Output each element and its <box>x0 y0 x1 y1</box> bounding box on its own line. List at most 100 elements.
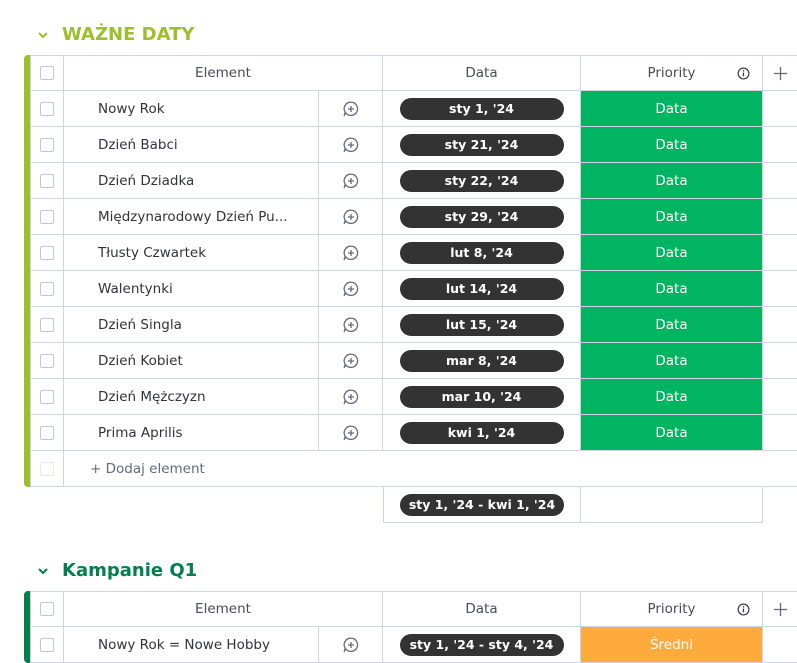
add-update-button[interactable] <box>318 163 383 199</box>
add-update-button[interactable] <box>318 307 383 343</box>
add-update-icon[interactable] <box>342 316 360 334</box>
info-icon[interactable] <box>737 67 750 80</box>
table-row[interactable]: Międzynarodowy Dzień Pu... sty 29, '24 Dat… <box>24 199 797 235</box>
group-title[interactable]: Kampanie Q1 <box>62 560 197 581</box>
date-pill[interactable]: sty 1, '24 - sty 4, '24 <box>399 633 564 656</box>
priority-cell[interactable]: Data <box>581 127 763 163</box>
item-name[interactable]: Dzień Singla <box>64 307 318 343</box>
column-header-priority[interactable]: Priority <box>581 591 763 627</box>
priority-cell[interactable]: Średni <box>581 627 763 663</box>
date-pill[interactable]: mar 8, '24 <box>399 349 564 372</box>
add-update-button[interactable] <box>318 199 383 235</box>
add-column-cell[interactable] <box>763 55 797 91</box>
row-checkbox-cell[interactable] <box>30 307 64 343</box>
table-row[interactable]: Dzień Dziadka sty 22, '24 Data <box>24 163 797 199</box>
item-name[interactable]: Walentynki <box>64 271 318 307</box>
table-row[interactable]: Prima Aprilis kwi 1, '24 Data <box>24 415 797 451</box>
add-update-icon[interactable] <box>342 100 360 118</box>
date-cell[interactable]: mar 10, '24 <box>383 379 581 415</box>
item-name[interactable]: Dzień Kobiet <box>64 343 318 379</box>
add-update-icon[interactable] <box>342 136 360 154</box>
select-all-checkbox-cell[interactable] <box>30 591 64 627</box>
add-update-icon[interactable] <box>342 244 360 262</box>
add-update-button[interactable] <box>318 91 383 127</box>
chevron-down-icon[interactable] <box>36 28 50 42</box>
row-checkbox-cell[interactable] <box>30 199 64 235</box>
column-header-data[interactable]: Data <box>383 591 581 627</box>
table-row[interactable]: Dzień Singla lut 15, '24 Data <box>24 307 797 343</box>
add-update-button[interactable] <box>318 271 383 307</box>
priority-cell[interactable]: Data <box>581 343 763 379</box>
priority-cell[interactable]: Data <box>581 415 763 451</box>
item-name[interactable]: Dzień Mężczyzn <box>64 379 318 415</box>
item-name[interactable]: Międzynarodowy Dzień Pu... <box>64 199 318 235</box>
select-all-checkbox[interactable] <box>40 602 54 616</box>
date-pill[interactable]: sty 29, '24 <box>399 205 564 228</box>
date-pill[interactable]: lut 15, '24 <box>399 313 564 336</box>
item-name[interactable]: Dzień Dziadka <box>64 163 318 199</box>
add-update-icon[interactable] <box>342 172 360 190</box>
item-name[interactable]: Tłusty Czwartek <box>64 235 318 271</box>
date-cell[interactable]: lut 14, '24 <box>383 271 581 307</box>
priority-cell[interactable]: Data <box>581 307 763 343</box>
row-checkbox[interactable] <box>40 245 54 260</box>
priority-cell[interactable]: Data <box>581 163 763 199</box>
priority-cell[interactable]: Data <box>581 91 763 127</box>
item-name[interactable]: Nowy Rok <box>64 91 318 127</box>
date-pill[interactable]: sty 22, '24 <box>399 169 564 192</box>
add-update-button[interactable] <box>318 235 383 271</box>
add-update-icon[interactable] <box>342 636 360 654</box>
date-cell[interactable]: sty 29, '24 <box>383 199 581 235</box>
row-checkbox-cell[interactable] <box>30 343 64 379</box>
date-cell[interactable]: mar 8, '24 <box>383 343 581 379</box>
item-name[interactable]: Prima Aprilis <box>64 415 318 451</box>
row-checkbox[interactable] <box>40 425 54 440</box>
item-name[interactable]: Dzień Babci <box>64 127 318 163</box>
date-pill[interactable]: lut 8, '24 <box>399 241 564 264</box>
row-checkbox[interactable] <box>40 317 54 332</box>
date-pill[interactable]: sty 1, '24 <box>399 97 564 120</box>
add-update-icon[interactable] <box>342 208 360 226</box>
priority-cell[interactable]: Data <box>581 271 763 307</box>
add-item-input[interactable]: + Dodaj element <box>64 451 797 487</box>
date-cell[interactable]: sty 21, '24 <box>383 127 581 163</box>
date-pill[interactable]: mar 10, '24 <box>399 385 564 408</box>
table-row[interactable]: Dzień Kobiet mar 8, '24 Data <box>24 343 797 379</box>
table-row[interactable]: Dzień Babci sty 21, '24 Data <box>24 127 797 163</box>
column-header-element[interactable]: Element <box>64 55 383 91</box>
table-row[interactable]: Nowy Rok sty 1, '24 Data <box>24 91 797 127</box>
row-checkbox-cell[interactable] <box>30 235 64 271</box>
row-checkbox-cell[interactable] <box>30 91 64 127</box>
priority-cell[interactable]: Data <box>581 235 763 271</box>
date-pill[interactable]: kwi 1, '24 <box>399 421 564 444</box>
group-title[interactable]: WAŻNE DATY <box>62 24 194 45</box>
add-update-icon[interactable] <box>342 352 360 370</box>
column-header-priority[interactable]: Priority <box>581 55 763 91</box>
date-cell[interactable]: lut 15, '24 <box>383 307 581 343</box>
date-cell[interactable]: kwi 1, '24 <box>383 415 581 451</box>
add-update-icon[interactable] <box>342 424 360 442</box>
column-header-element[interactable]: Element <box>64 591 383 627</box>
add-update-button[interactable] <box>318 415 383 451</box>
date-pill[interactable]: sty 21, '24 <box>399 133 564 156</box>
plus-icon[interactable] <box>773 602 788 617</box>
row-checkbox-cell[interactable] <box>30 127 64 163</box>
row-checkbox[interactable] <box>40 281 54 296</box>
add-update-icon[interactable] <box>342 388 360 406</box>
row-checkbox[interactable] <box>40 637 54 652</box>
row-checkbox[interactable] <box>40 173 54 188</box>
select-all-checkbox-cell[interactable] <box>30 55 64 91</box>
table-row[interactable]: Nowy Rok = Nowe Hobby sty 1, '24 - sty 4,… <box>24 627 797 663</box>
table-row[interactable]: Tłusty Czwartek lut 8, '24 Data <box>24 235 797 271</box>
row-checkbox[interactable] <box>40 209 54 224</box>
add-update-icon[interactable] <box>342 280 360 298</box>
add-update-button[interactable] <box>318 627 383 663</box>
plus-icon[interactable] <box>773 66 788 81</box>
item-name[interactable]: Nowy Rok = Nowe Hobby <box>64 627 318 663</box>
date-cell[interactable]: sty 1, '24 <box>383 91 581 127</box>
row-checkbox-cell[interactable] <box>30 627 64 663</box>
add-column-cell[interactable] <box>763 591 797 627</box>
row-checkbox[interactable] <box>40 101 54 116</box>
row-checkbox[interactable] <box>40 137 54 152</box>
date-cell[interactable]: lut 8, '24 <box>383 235 581 271</box>
